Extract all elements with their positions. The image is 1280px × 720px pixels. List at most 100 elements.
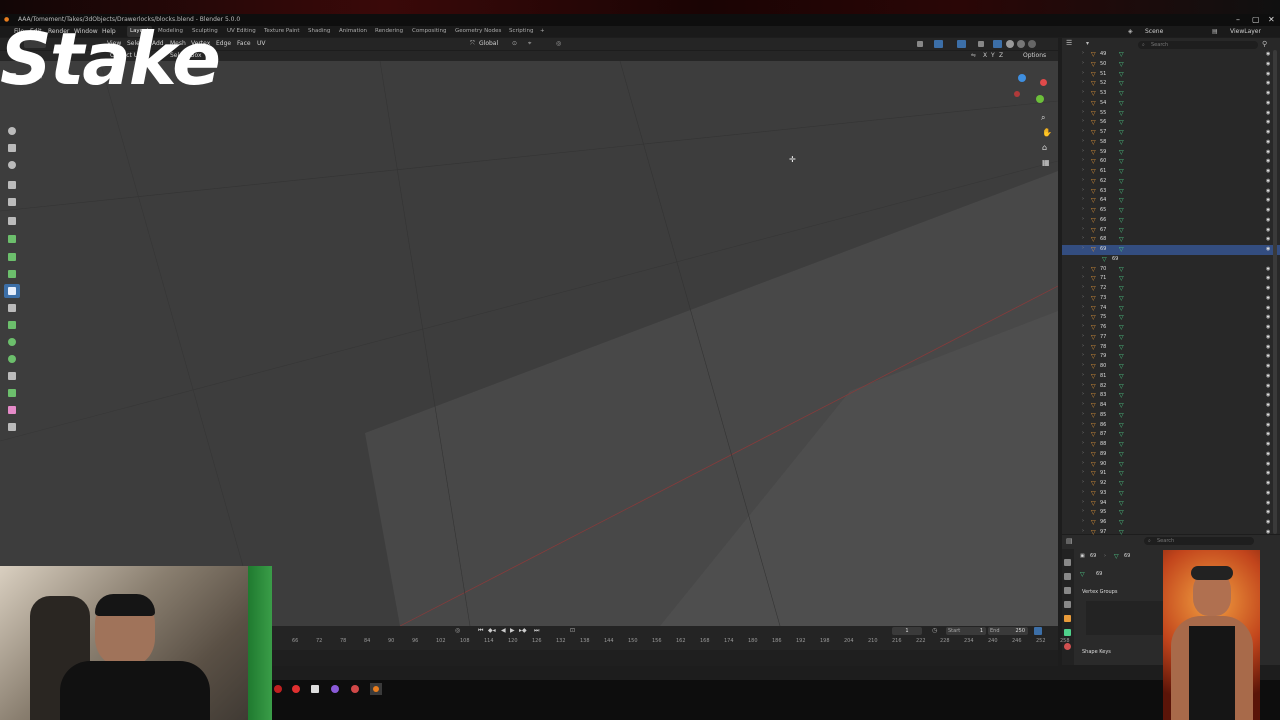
expand-arrow-icon[interactable]: ›: [1082, 411, 1084, 417]
zoom-icon[interactable]: ⌕: [1041, 113, 1045, 123]
expand-arrow-icon[interactable]: ›: [1082, 323, 1084, 329]
cursor-tool-icon[interactable]: [4, 124, 20, 138]
expand-arrow-icon[interactable]: ›: [1082, 362, 1084, 368]
outliner-object-row[interactable]: › ▽ 82 ▽ ◉: [1062, 382, 1280, 392]
add-workspace-button[interactable]: +: [537, 26, 548, 37]
visibility-eye-icon[interactable]: ◉: [1266, 100, 1270, 107]
visibility-eye-icon[interactable]: ◉: [1266, 178, 1270, 185]
spin-tool-icon[interactable]: [4, 335, 20, 349]
outliner-object-row[interactable]: › ▽ 89 ▽ ◉: [1062, 450, 1280, 460]
gizmo-z-axis[interactable]: [1018, 74, 1026, 82]
minimize-button[interactable]: –: [1236, 14, 1240, 26]
scene-tab-icon[interactable]: [1064, 601, 1071, 608]
rotate-tool-icon[interactable]: [4, 158, 20, 172]
mirror-x-toggle[interactable]: X: [983, 51, 987, 61]
visibility-eye-icon[interactable]: ◉: [1266, 470, 1270, 477]
expand-arrow-icon[interactable]: ›: [1082, 50, 1084, 56]
visibility-eye-icon[interactable]: ◉: [1266, 236, 1270, 243]
outliner-object-row[interactable]: › ▽ 65 ▽ ◉: [1062, 206, 1280, 216]
outliner-object-row[interactable]: › ▽ 79 ▽ ◉: [1062, 352, 1280, 362]
outliner-object-row[interactable]: › ▽ 86 ▽ ◉: [1062, 421, 1280, 431]
outliner-object-row[interactable]: › ▽ 73 ▽ ◉: [1062, 294, 1280, 304]
visibility-eye-icon[interactable]: ◉: [1266, 149, 1270, 156]
properties-search-input[interactable]: ⌕ Search: [1144, 537, 1254, 545]
visibility-eye-icon[interactable]: ◉: [1266, 119, 1270, 126]
mesh-name-field[interactable]: 69: [1096, 571, 1102, 577]
visibility-eye-icon[interactable]: ◉: [1266, 383, 1270, 390]
tab-compositing[interactable]: Compositing: [409, 26, 449, 37]
outliner-object-row[interactable]: › ▽ 60 ▽ ◉: [1062, 157, 1280, 167]
visibility-eye-icon[interactable]: ◉: [1266, 334, 1270, 341]
visibility-eye-icon[interactable]: ◉: [1266, 314, 1270, 321]
outliner-mesh-child-row[interactable]: 69 ▽: [1062, 255, 1280, 265]
timeline-options-icon[interactable]: [1034, 627, 1042, 635]
visibility-eye-icon[interactable]: ◉: [1266, 217, 1270, 224]
mirror-z-toggle[interactable]: Z: [999, 51, 1003, 61]
close-button[interactable]: ✕: [1268, 14, 1275, 26]
taskbar-app-icon[interactable]: [292, 685, 300, 693]
expand-arrow-icon[interactable]: ›: [1082, 265, 1084, 271]
play-reverse-icon[interactable]: ◀: [501, 627, 506, 634]
expand-arrow-icon[interactable]: ›: [1082, 382, 1084, 388]
visibility-eye-icon[interactable]: ◉: [1266, 509, 1270, 516]
visibility-eye-icon[interactable]: ◉: [1266, 71, 1270, 78]
expand-arrow-icon[interactable]: ›: [1082, 284, 1084, 290]
outliner-search-input[interactable]: ⌕ Search: [1138, 41, 1258, 49]
outliner-object-row[interactable]: › ▽ 80 ▽ ◉: [1062, 362, 1280, 372]
outliner-scrollbar[interactable]: [1273, 50, 1277, 534]
expand-arrow-icon[interactable]: ›: [1082, 206, 1084, 212]
snap-icon[interactable]: ⌖: [528, 38, 531, 50]
gizmo-x-axis[interactable]: [1040, 79, 1047, 86]
outliner-object-row[interactable]: › ▽ 52 ▽ ◉: [1062, 79, 1280, 89]
visibility-eye-icon[interactable]: ◉: [1266, 412, 1270, 419]
outliner-object-row[interactable]: › ▽ 95 ▽ ◉: [1062, 508, 1280, 518]
expand-arrow-icon[interactable]: ›: [1082, 216, 1084, 222]
gizmo-y-axis[interactable]: [1036, 95, 1044, 103]
mesh-data-tab-icon[interactable]: [1064, 629, 1071, 636]
xray-icon[interactable]: [978, 41, 984, 47]
visibility-eye-icon[interactable]: ◉: [1266, 431, 1270, 438]
outliner-object-row[interactable]: › ▽ 66 ▽ ◉: [1062, 216, 1280, 226]
outliner-object-row[interactable]: › ▽ 87 ▽ ◉: [1062, 430, 1280, 440]
expand-arrow-icon[interactable]: ›: [1082, 167, 1084, 173]
loop-cut-tool-icon[interactable]: [4, 284, 20, 298]
outliner-object-row[interactable]: › ▽ 55 ▽ ◉: [1062, 109, 1280, 119]
expand-arrow-icon[interactable]: ›: [1082, 99, 1084, 105]
edge-slide-tool-icon[interactable]: [4, 369, 20, 383]
visibility-eye-icon[interactable]: ◉: [1266, 129, 1270, 136]
preview-range-icon[interactable]: ◷: [932, 627, 937, 634]
expand-arrow-icon[interactable]: ›: [1082, 60, 1084, 66]
end-frame-field[interactable]: End 250: [988, 627, 1028, 635]
outliner-object-row[interactable]: › ▽ 49 ▽ ◉: [1062, 50, 1280, 60]
outliner-object-row[interactable]: › ▽ 72 ▽ ◉: [1062, 284, 1280, 294]
solid-shading-icon[interactable]: [1006, 40, 1014, 48]
visibility-eye-icon[interactable]: ◉: [1266, 392, 1270, 399]
start-frame-field[interactable]: Start 1: [946, 627, 986, 635]
outliner-object-row[interactable]: › ▽ 54 ▽ ◉: [1062, 99, 1280, 109]
vertex-groups-list[interactable]: [1086, 601, 1171, 635]
knife-tool-icon[interactable]: [4, 301, 20, 315]
visibility-eye-icon[interactable]: ◉: [1266, 51, 1270, 58]
filter-icon[interactable]: ⚲: [1262, 40, 1267, 48]
outliner-object-row[interactable]: › ▽ 61 ▽ ◉: [1062, 167, 1280, 177]
expand-arrow-icon[interactable]: ›: [1082, 460, 1084, 466]
outliner-object-row[interactable]: › ▽ 58 ▽ ◉: [1062, 138, 1280, 148]
wireframe-shading-icon[interactable]: [993, 40, 1002, 48]
breadcrumb-object[interactable]: 69: [1090, 553, 1096, 559]
shear-tool-icon[interactable]: [4, 403, 20, 417]
expand-arrow-icon[interactable]: ›: [1082, 469, 1084, 475]
expand-arrow-icon[interactable]: ›: [1082, 187, 1084, 193]
expand-arrow-icon[interactable]: ›: [1082, 226, 1084, 232]
tab-texture-paint[interactable]: Texture Paint: [261, 26, 303, 37]
taskbar-app-icon[interactable]: [331, 685, 339, 693]
3d-viewport[interactable]: (1) ✛ ⌕ ✋ ⌂ ▦: [0, 61, 1058, 626]
expand-arrow-icon[interactable]: ›: [1082, 274, 1084, 280]
expand-arrow-icon[interactable]: ›: [1082, 333, 1084, 339]
visibility-eye-icon[interactable]: ◉: [1266, 158, 1270, 165]
ortho-toggle-icon[interactable]: ▦: [1042, 158, 1050, 167]
expand-arrow-icon[interactable]: ›: [1082, 294, 1084, 300]
outliner-object-row[interactable]: › ▽ 68 ▽ ◉: [1062, 235, 1280, 245]
expand-arrow-icon[interactable]: ›: [1082, 138, 1084, 144]
outliner-object-row[interactable]: › ▽ 76 ▽ ◉: [1062, 323, 1280, 333]
rip-tool-icon[interactable]: [4, 420, 20, 434]
